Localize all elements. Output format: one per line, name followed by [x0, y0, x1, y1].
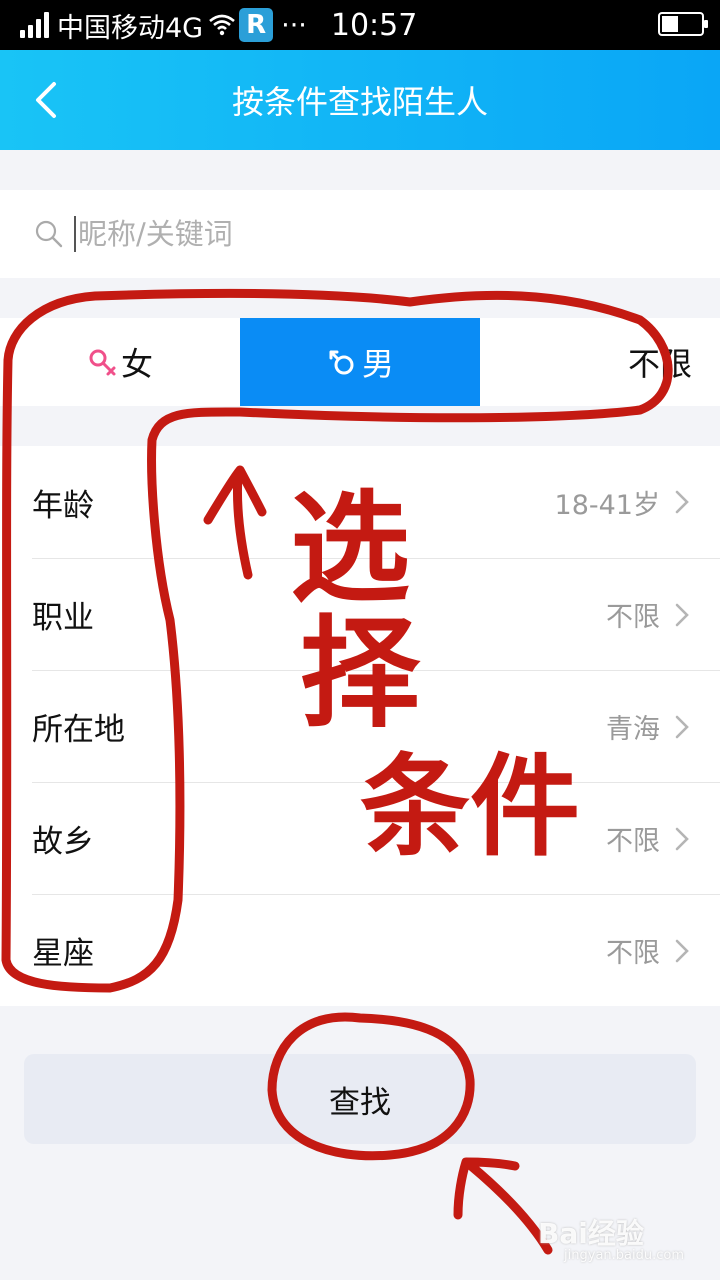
- filter-label: 星座: [32, 936, 94, 972]
- app-notification-icon: R: [239, 8, 274, 42]
- text-cursor: [74, 216, 76, 252]
- filter-label: 所在地: [32, 712, 125, 748]
- filter-row-age[interactable]: 年龄 18-41岁: [32, 446, 720, 558]
- nav-bar: 按条件查找陌生人: [0, 50, 720, 150]
- filter-list: 年龄 18-41岁 职业 不限 所在地 青海 故乡 不限 星座 不限: [0, 446, 720, 1006]
- chevron-right-icon: [675, 490, 689, 514]
- filter-value: 不限: [606, 938, 660, 969]
- gender-male-label: 男: [361, 345, 394, 383]
- male-icon: [329, 350, 354, 375]
- back-arrow-icon[interactable]: [28, 78, 68, 122]
- chevron-right-icon: [675, 827, 689, 850]
- filter-value: 不限: [606, 602, 660, 633]
- gender-female-label: 女: [120, 345, 153, 383]
- filter-value: 不限: [606, 826, 660, 857]
- search-icon: [35, 220, 63, 248]
- keyword-search-input[interactable]: [78, 204, 638, 264]
- gender-any-label: 不限: [627, 345, 692, 383]
- annotation-pointer-arrow: [453, 1157, 553, 1255]
- search-bar: [0, 190, 720, 278]
- status-time: 10:57: [330, 7, 418, 43]
- baidu-jingyan-watermark: Bai经验 jingyan.baidu.com: [538, 1212, 684, 1263]
- chevron-right-icon: [675, 939, 689, 962]
- chevron-right-icon: [675, 603, 689, 626]
- filter-value: 18-41岁: [554, 489, 660, 521]
- filter-row-hometown[interactable]: 故乡 不限: [32, 782, 720, 894]
- battery-icon: [658, 12, 708, 36]
- filter-value: 青海: [606, 714, 660, 745]
- filter-row-location[interactable]: 所在地 青海: [32, 670, 720, 782]
- find-button[interactable]: 查找: [24, 1054, 696, 1144]
- chevron-right-icon: [675, 715, 689, 738]
- more-notifications-icon: ···: [281, 9, 307, 41]
- page-title: 按条件查找陌生人: [231, 83, 488, 121]
- watermark-logo-text: Bai经验: [538, 1217, 644, 1250]
- filter-label: 职业: [32, 600, 94, 636]
- watermark-url: jingyan.baidu.com: [564, 1248, 684, 1263]
- gender-option-male[interactable]: 男: [240, 318, 480, 406]
- wifi-icon: [209, 14, 235, 36]
- female-icon: [89, 349, 116, 376]
- signal-strength-icon: [20, 12, 49, 38]
- gender-option-female[interactable]: 女: [0, 318, 240, 406]
- filter-label: 年龄: [32, 487, 94, 524]
- carrier-label: 中国移动4G: [57, 12, 204, 44]
- filter-row-occupation[interactable]: 职业 不限: [32, 558, 720, 670]
- filter-row-constellation[interactable]: 星座 不限: [32, 894, 720, 1006]
- filter-label: 故乡: [32, 824, 94, 860]
- status-bar: 中国移动4G R ··· 10:57: [0, 0, 720, 50]
- gender-option-any[interactable]: 不限: [480, 318, 720, 406]
- gender-selector: 女 男 不限: [0, 318, 720, 406]
